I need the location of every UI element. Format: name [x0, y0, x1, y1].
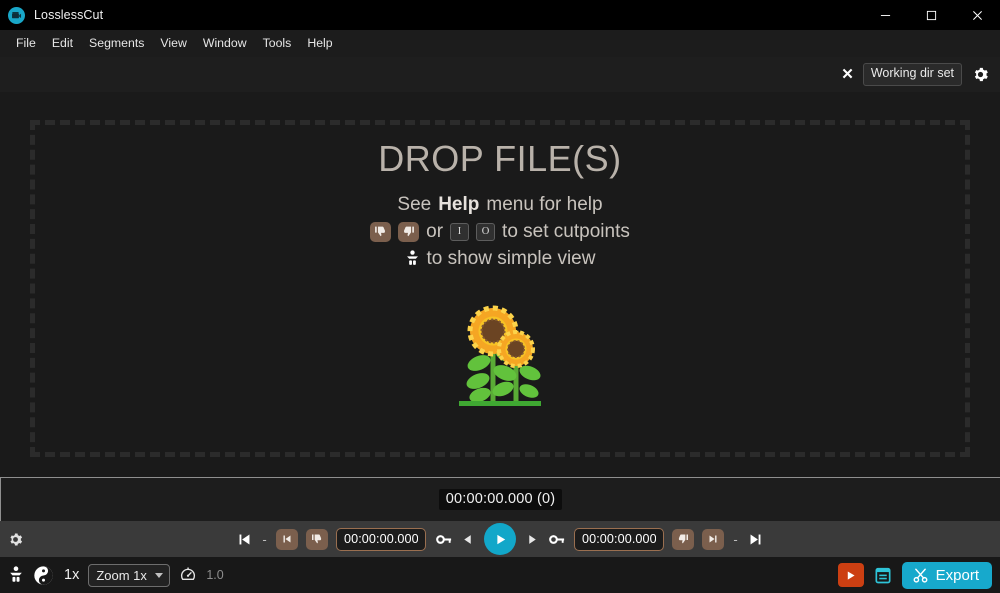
- keyframe-key-icon: [436, 534, 452, 544]
- jump-to-end-button[interactable]: [747, 531, 764, 548]
- cut-end-keyframe-button[interactable]: [547, 530, 566, 549]
- cutpoints-hint-suffix: to set cutpoints: [502, 220, 630, 242]
- menu-help[interactable]: Help: [299, 33, 340, 53]
- prev-keyframe-button[interactable]: [276, 528, 298, 550]
- playback-controls-bar: - 00:00:00.000 00:00:00.000 -: [0, 521, 1000, 557]
- cut-start-time-input[interactable]: [336, 527, 426, 551]
- help-hint-suffix: menu for help: [486, 193, 603, 215]
- gear-icon: [974, 67, 988, 82]
- cut-end-thumb-icon: [398, 221, 420, 242]
- transport-controls: - 00:00:00.000 00:00:00.000 -: [0, 523, 1000, 555]
- playback-rate-button[interactable]: [179, 566, 197, 584]
- maximize-button[interactable]: [908, 0, 954, 30]
- menu-bar: File Edit Segments View Window Tools Hel…: [0, 30, 1000, 57]
- bottom-status-bar: 1x Zoom 1x 1.0 Export: [0, 557, 1000, 593]
- drop-title: DROP FILE(S): [378, 137, 622, 179]
- play-icon: [496, 534, 505, 544]
- segments-list-icon: [875, 567, 891, 584]
- menu-edit[interactable]: Edit: [44, 33, 81, 53]
- help-menu-emphasis: Help: [438, 193, 480, 215]
- set-cut-end-button[interactable]: [672, 528, 694, 550]
- current-time-readout: 00:00:00.000 (0): [438, 489, 563, 510]
- toggle-simple-view-button[interactable]: [8, 566, 24, 584]
- app-logo-icon: [8, 6, 25, 24]
- minimize-button[interactable]: [862, 0, 908, 30]
- zoom-multiplier-label: 1x: [64, 567, 80, 583]
- previous-keyframe-icon: [283, 535, 291, 543]
- menu-file[interactable]: File: [8, 33, 44, 53]
- key-out-badge: O: [476, 222, 496, 241]
- thumb-up-glyph-icon: [404, 226, 415, 237]
- simple-view-icon: [10, 566, 22, 582]
- jump-to-start-button[interactable]: [236, 531, 253, 548]
- scissors-icon: [913, 568, 928, 583]
- menu-window[interactable]: Window: [195, 33, 255, 53]
- step-forward-icon: [529, 534, 536, 544]
- simple-view-hint-suffix: to show simple view: [426, 247, 596, 269]
- step-forward-button[interactable]: [526, 532, 539, 547]
- menu-segments[interactable]: Segments: [81, 33, 152, 53]
- minimize-icon: [880, 14, 890, 16]
- thumb-cut-start-icon: [312, 534, 322, 544]
- key-in-badge: I: [450, 222, 470, 241]
- dash-left: -: [262, 531, 267, 547]
- window-title: LosslessCut: [34, 8, 104, 22]
- thumb-cut-end-icon: [678, 534, 688, 544]
- cut-end-time-input[interactable]: [574, 527, 664, 551]
- close-icon: [972, 10, 982, 20]
- segments-list-button[interactable]: [873, 565, 893, 585]
- help-hint-prefix: See: [397, 193, 432, 215]
- step-backward-icon: [464, 534, 471, 544]
- export-label: Export: [935, 566, 979, 584]
- zoom-select-wrapper: Zoom 1x: [88, 563, 171, 587]
- help-hint-line: See Help menu for help: [397, 194, 602, 216]
- speedometer-icon: [181, 567, 196, 580]
- film-camera-icon: [12, 11, 22, 18]
- drop-area[interactable]: DROP FILE(S) See Help menu for help or I…: [0, 92, 1000, 477]
- cutpoints-hint-line: or I O to set cutpoints: [370, 221, 630, 243]
- menu-tools[interactable]: Tools: [255, 33, 300, 53]
- maximize-icon: [926, 10, 936, 20]
- thumb-down-glyph-icon: [375, 226, 386, 237]
- title-bar: LosslessCut: [0, 0, 1000, 30]
- settings-button[interactable]: [971, 65, 990, 84]
- sunflowers-graphic-icon: [458, 305, 541, 406]
- clear-working-dir-icon[interactable]: ✕: [841, 67, 854, 82]
- preview-export-button[interactable]: [837, 563, 864, 587]
- cutpoints-or-text: or: [426, 220, 444, 242]
- set-cut-start-button[interactable]: [306, 528, 328, 550]
- top-toolbar: ✕ Working dir set: [0, 57, 1000, 92]
- sunflowers-illustration: [453, 305, 547, 414]
- dash-right: -: [733, 531, 738, 547]
- export-button[interactable]: Export: [901, 561, 992, 589]
- play-button[interactable]: [484, 523, 516, 555]
- timeline-strip[interactable]: 00:00:00.000 (0): [0, 477, 1000, 521]
- losslesscut-window: LosslessCut File Edit Segments View Wind…: [0, 0, 1000, 593]
- zoom-select[interactable]: Zoom 1x: [88, 563, 171, 587]
- next-keyframe-button[interactable]: [702, 528, 724, 550]
- toggle-theme-button[interactable]: [33, 565, 54, 586]
- step-backward-button[interactable]: [461, 532, 474, 547]
- preview-play-icon: [847, 570, 855, 580]
- working-dir-button[interactable]: Working dir set: [862, 63, 962, 86]
- skip-to-start-icon: [239, 534, 250, 544]
- close-button[interactable]: [954, 0, 1000, 30]
- cut-start-thumb-icon: [370, 221, 392, 242]
- cut-start-keyframe-button[interactable]: [434, 530, 453, 549]
- next-keyframe-icon: [709, 535, 717, 543]
- drop-content: DROP FILE(S) See Help menu for help or I…: [370, 138, 630, 414]
- skip-to-end-icon: [750, 534, 761, 544]
- keyframe-key-icon: [549, 534, 565, 544]
- simple-view-hint-line: to show simple view: [405, 247, 596, 270]
- yin-yang-icon: [34, 565, 53, 585]
- simple-view-icon: [406, 250, 418, 265]
- menu-view[interactable]: View: [152, 33, 194, 53]
- playback-rate-value: 1.0: [206, 568, 224, 582]
